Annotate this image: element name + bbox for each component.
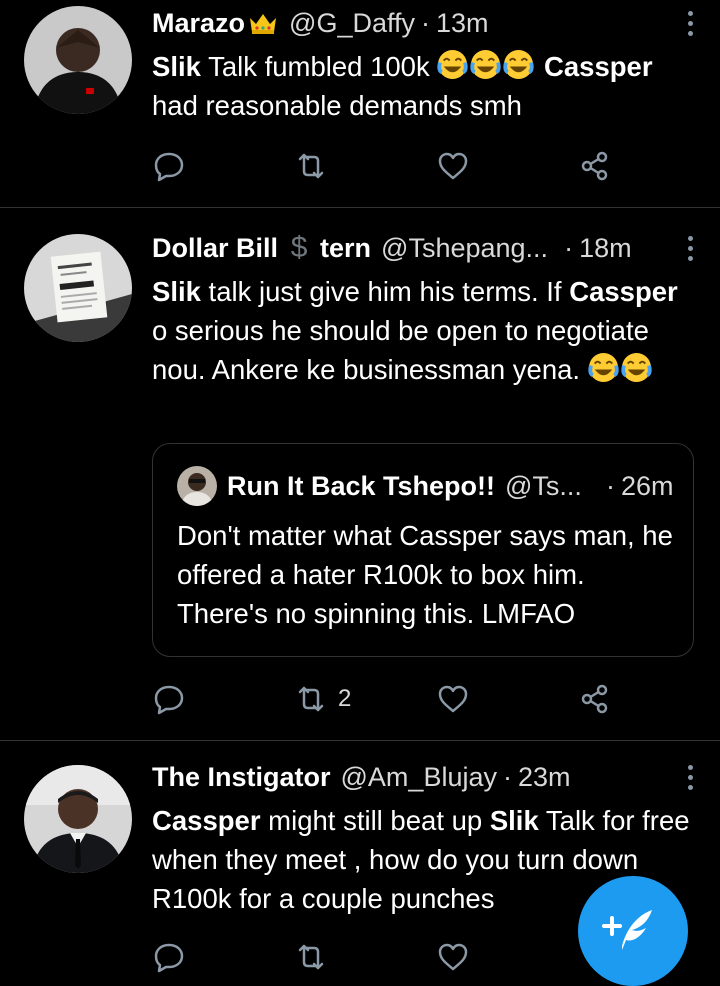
text-bold: Cassper bbox=[544, 51, 653, 82]
reply-button[interactable] bbox=[152, 146, 186, 186]
retweet-icon bbox=[298, 153, 324, 179]
text: Talk fumbled 100k bbox=[200, 51, 438, 82]
text-bold: Slik bbox=[489, 805, 539, 836]
tweet-1[interactable]: Marazo @G_Daffy · 13m Slik Talk fumbled … bbox=[0, 0, 720, 207]
quote-handle[interactable]: @Ts... bbox=[505, 471, 582, 502]
display-name-suffix[interactable]: tern bbox=[320, 233, 371, 264]
joy-emoji-icon bbox=[621, 352, 652, 383]
retweet-icon bbox=[298, 944, 324, 970]
timestamp[interactable]: 18m bbox=[579, 233, 632, 264]
retweet-count: 2 bbox=[338, 685, 352, 712]
joy-emoji-icon bbox=[437, 49, 469, 80]
reply-icon bbox=[154, 685, 184, 715]
tweet-header: Dollar Bill $ tern @Tshepang... · 18m bbox=[152, 228, 700, 268]
tweet-text: Slik talk just give him his terms. If Ca… bbox=[152, 272, 690, 389]
text-bold: Slik bbox=[152, 51, 201, 82]
handle[interactable]: @G_Daffy bbox=[289, 8, 415, 39]
like-button[interactable] bbox=[436, 679, 470, 719]
display-name[interactable]: Marazo bbox=[152, 8, 245, 39]
share-button[interactable] bbox=[578, 146, 612, 186]
separator: · bbox=[564, 232, 574, 263]
display-name[interactable]: The Instigator bbox=[152, 762, 331, 793]
share-button[interactable] bbox=[578, 679, 612, 719]
quote-timestamp[interactable]: 26m bbox=[621, 471, 674, 502]
text: talk just give him his terms. If bbox=[200, 276, 570, 307]
like-button[interactable] bbox=[436, 146, 470, 186]
quoted-tweet[interactable]: Run It Back Tshepo!! @Ts... · 26m Don't … bbox=[152, 443, 694, 657]
share-icon bbox=[581, 151, 608, 181]
action-bar: 2 bbox=[152, 679, 632, 719]
text: o serious he should be open to negotiate… bbox=[152, 315, 649, 385]
display-name[interactable]: Dollar Bill bbox=[152, 233, 278, 264]
joy-emoji-icon bbox=[588, 352, 619, 383]
tweet-text: Slik Talk fumbled 100k Cassper had reaso… bbox=[152, 47, 690, 125]
quote-header: Run It Back Tshepo!! @Ts... · 26m bbox=[227, 464, 679, 508]
retweet-button[interactable] bbox=[294, 146, 338, 186]
avatar[interactable] bbox=[24, 234, 132, 342]
timestamp[interactable]: 23m bbox=[518, 762, 571, 793]
like-button[interactable] bbox=[436, 937, 470, 977]
text: had reasonable demands smh bbox=[152, 90, 522, 121]
separator: · bbox=[605, 470, 615, 501]
text-bold: Cassper bbox=[569, 276, 678, 307]
crown-icon bbox=[247, 10, 279, 36]
more-icon[interactable] bbox=[680, 3, 700, 43]
quote-avatar[interactable] bbox=[177, 466, 217, 506]
joy-emoji-icon bbox=[470, 49, 502, 80]
share-icon bbox=[581, 684, 608, 714]
tweet-2[interactable]: Dollar Bill $ tern @Tshepang... · 18m Sl… bbox=[0, 208, 720, 740]
action-bar bbox=[152, 937, 632, 977]
more-icon[interactable] bbox=[680, 228, 700, 268]
reply-button[interactable] bbox=[152, 937, 186, 977]
like-icon bbox=[438, 152, 468, 180]
reply-icon bbox=[154, 152, 184, 182]
compose-icon bbox=[602, 910, 652, 950]
text-bold: Cassper bbox=[152, 805, 261, 836]
more-icon[interactable] bbox=[680, 757, 700, 797]
quote-display-name[interactable]: Run It Back Tshepo!! bbox=[227, 471, 495, 502]
action-bar bbox=[152, 146, 632, 186]
handle[interactable]: @Am_Blujay bbox=[341, 762, 497, 793]
tweet-header: The Instigator @Am_Blujay · 23m bbox=[152, 757, 700, 797]
text-bold: Slik bbox=[152, 276, 201, 307]
separator: · bbox=[421, 7, 430, 38]
tweet-header: Marazo @G_Daffy · 13m bbox=[152, 3, 700, 43]
reply-icon bbox=[154, 943, 184, 973]
text bbox=[536, 51, 544, 82]
handle[interactable]: @Tshepang... bbox=[381, 233, 548, 264]
retweet-button[interactable]: 2 bbox=[294, 679, 351, 719]
joy-emoji-icon bbox=[503, 49, 535, 80]
quote-text: Don't matter what Cassper says man, he o… bbox=[177, 520, 673, 629]
avatar[interactable] bbox=[24, 6, 132, 114]
retweet-button[interactable] bbox=[294, 937, 328, 977]
text: might still beat up bbox=[260, 805, 490, 836]
reply-button[interactable] bbox=[152, 679, 186, 719]
avatar[interactable] bbox=[24, 765, 132, 873]
timestamp[interactable]: 13m bbox=[436, 8, 489, 39]
dollar-sign-icon: $ bbox=[290, 231, 308, 264]
like-icon bbox=[438, 685, 468, 713]
separator: · bbox=[502, 761, 512, 792]
like-icon bbox=[438, 943, 468, 971]
retweet-icon bbox=[298, 686, 324, 712]
compose-button[interactable] bbox=[578, 876, 688, 986]
